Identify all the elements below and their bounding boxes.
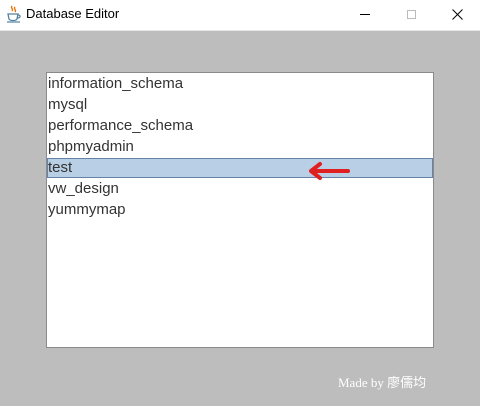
- database-list-items: information_schema mysql performance_sch…: [47, 73, 433, 220]
- list-item-selected[interactable]: test: [47, 158, 433, 178]
- list-item[interactable]: phpmyadmin: [47, 137, 433, 157]
- list-item[interactable]: yummymap: [47, 200, 433, 220]
- red-arrow-left-icon: [309, 162, 350, 180]
- list-item[interactable]: information_schema: [47, 74, 433, 94]
- author-credit: Made by 廖儒均: [338, 375, 427, 390]
- database-list[interactable]: information_schema mysql performance_sch…: [46, 72, 434, 348]
- minimize-button[interactable]: [342, 0, 388, 29]
- close-icon: [451, 9, 463, 20]
- window-title: Database Editor: [26, 6, 120, 21]
- database-editor-window: Database Editor information_schema mysql…: [0, 0, 480, 406]
- list-item[interactable]: performance_schema: [47, 116, 433, 136]
- java-coffee-cup-icon[interactable]: [6, 5, 22, 23]
- minimize-icon: [360, 14, 370, 15]
- maximize-icon: [406, 10, 416, 19]
- list-item[interactable]: vw_design: [47, 179, 433, 199]
- list-item[interactable]: mysql: [47, 95, 433, 115]
- maximize-button[interactable]: [388, 0, 434, 29]
- close-button[interactable]: [434, 0, 480, 29]
- title-bar[interactable]: Database Editor: [0, 0, 480, 31]
